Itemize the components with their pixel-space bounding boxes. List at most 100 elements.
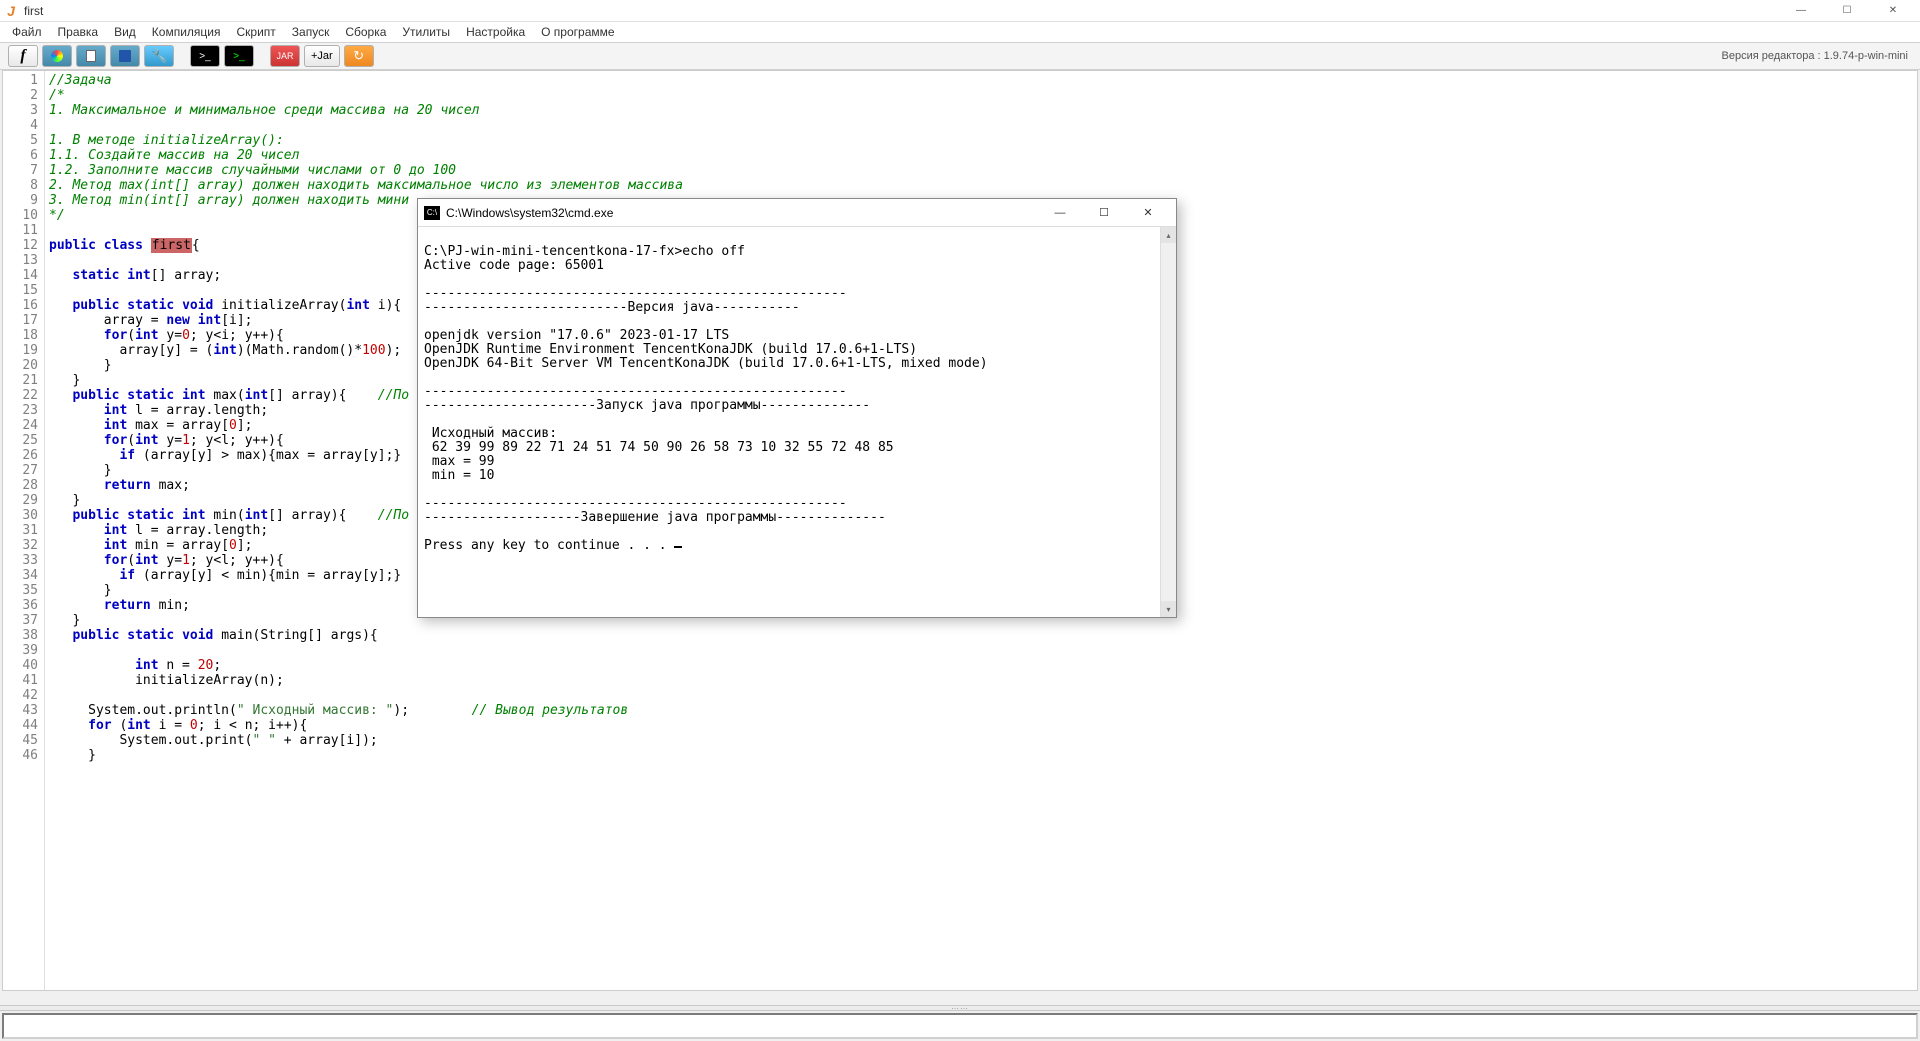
terminal-icon: >_ (233, 51, 244, 62)
line-number: 41 (5, 673, 38, 688)
cmd-icon: C:\ (424, 206, 440, 220)
line-number: 6 (5, 148, 38, 163)
line-number: 31 (5, 523, 38, 538)
line-number: 36 (5, 598, 38, 613)
line-number: 24 (5, 418, 38, 433)
line-number: 11 (5, 223, 38, 238)
code-line[interactable]: 1.2. Заполните массив случайными числами… (49, 163, 1913, 178)
line-number: 3 (5, 103, 38, 118)
close-button[interactable]: ✕ (1870, 0, 1916, 22)
menu-вид[interactable]: Вид (106, 23, 144, 41)
code-line[interactable]: 2. Метод max(int[] array) должен находит… (49, 178, 1913, 193)
code-line[interactable]: public static void main(String[] args){ (49, 628, 1913, 643)
scroll-down-icon[interactable]: ▾ (1161, 601, 1176, 617)
line-number: 8 (5, 178, 38, 193)
line-number: 17 (5, 313, 38, 328)
line-number: 27 (5, 463, 38, 478)
code-line[interactable] (49, 688, 1913, 703)
line-number: 33 (5, 553, 38, 568)
line-number: 34 (5, 568, 38, 583)
line-number: 23 (5, 403, 38, 418)
menu-сборка[interactable]: Сборка (337, 23, 394, 41)
window-title: first (24, 4, 1778, 18)
menu-скрипт[interactable]: Скрипт (228, 23, 283, 41)
line-number: 39 (5, 643, 38, 658)
toolbar-btn-terminal2[interactable]: >_ (224, 45, 254, 67)
code-line[interactable]: 1. Максимальное и минимальное среди масс… (49, 103, 1913, 118)
toolbar-btn-addjar[interactable]: +Jar (304, 45, 340, 67)
menu-файл[interactable]: Файл (4, 23, 50, 41)
menu-настройка[interactable]: Настройка (458, 23, 533, 41)
app-icon: J (4, 4, 18, 18)
cmd-minimize-button[interactable]: — (1038, 199, 1082, 227)
scroll-up-icon[interactable]: ▴ (1161, 227, 1176, 243)
line-gutter: 1234567891011121314151617181920212223242… (3, 71, 45, 990)
code-line[interactable]: 1. В методе initializeArray(): (49, 133, 1913, 148)
code-line[interactable]: } (49, 748, 1913, 763)
save-icon (119, 50, 131, 62)
line-number: 35 (5, 583, 38, 598)
menu-компиляция[interactable]: Компиляция (144, 23, 229, 41)
toolbar-btn-2[interactable] (42, 45, 72, 67)
line-number: 16 (5, 298, 38, 313)
code-line[interactable]: System.out.println(" Исходный массив: ")… (49, 703, 1913, 718)
line-number: 44 (5, 718, 38, 733)
minimize-button[interactable]: — (1778, 0, 1824, 22)
line-number: 1 (5, 73, 38, 88)
menu-запуск[interactable]: Запуск (284, 23, 338, 41)
line-number: 19 (5, 343, 38, 358)
line-number: 9 (5, 193, 38, 208)
maximize-button[interactable]: ☐ (1824, 0, 1870, 22)
toolbar-btn-terminal1[interactable]: >_ (190, 45, 220, 67)
toolbar-btn-refresh[interactable]: ↻ (344, 45, 374, 67)
cmd-scrollbar[interactable]: ▴ ▾ (1160, 227, 1176, 617)
code-line[interactable]: System.out.print(" " + array[i]); (49, 733, 1913, 748)
line-number: 5 (5, 133, 38, 148)
line-number: 26 (5, 448, 38, 463)
line-number: 7 (5, 163, 38, 178)
line-number: 13 (5, 253, 38, 268)
code-line[interactable]: 1.1. Создайте массив на 20 чисел (49, 148, 1913, 163)
menu-правка[interactable]: Правка (50, 23, 107, 41)
line-number: 14 (5, 268, 38, 283)
code-line[interactable]: int n = 20; (49, 658, 1913, 673)
toolbar-btn-3[interactable] (76, 45, 106, 67)
menu-о программе[interactable]: О программе (533, 23, 622, 41)
palette-icon (51, 50, 63, 62)
toolbar-btn-5[interactable]: 🔧 (144, 45, 174, 67)
menubar: ФайлПравкаВидКомпиляцияСкриптЗапускСборк… (0, 22, 1920, 42)
cmd-close-button[interactable]: ✕ (1126, 199, 1170, 227)
line-number: 22 (5, 388, 38, 403)
cmd-title: C:\Windows\system32\cmd.exe (446, 206, 1038, 220)
code-line[interactable] (49, 118, 1913, 133)
line-number: 10 (5, 208, 38, 223)
bottom-input[interactable] (2, 1013, 1918, 1039)
line-number: 46 (5, 748, 38, 763)
cmd-output[interactable]: C:\PJ-win-mini-tencentkona-17-fx>echo of… (418, 227, 1176, 617)
version-label: Версия редактора : 1.9.74-p-win-mini (1722, 50, 1913, 62)
toolbar: f 🔧 >_ >_ JAR +Jar ↻ Версия редактора : … (0, 42, 1920, 70)
line-number: 42 (5, 688, 38, 703)
line-number: 45 (5, 733, 38, 748)
code-line[interactable]: for (int i = 0; i < n; i++){ (49, 718, 1913, 733)
format-button[interactable]: f (8, 45, 38, 67)
cursor (674, 546, 682, 548)
toolbar-btn-4[interactable] (110, 45, 140, 67)
cmd-maximize-button[interactable]: ☐ (1082, 199, 1126, 227)
cmd-titlebar[interactable]: C:\ C:\Windows\system32\cmd.exe — ☐ ✕ (418, 199, 1176, 227)
code-line[interactable]: //Задача (49, 73, 1913, 88)
menu-утилиты[interactable]: Утилиты (394, 23, 458, 41)
code-line[interactable]: initializeArray(n); (49, 673, 1913, 688)
line-number: 43 (5, 703, 38, 718)
code-line[interactable]: /* (49, 88, 1913, 103)
line-number: 15 (5, 283, 38, 298)
line-number: 29 (5, 493, 38, 508)
cmd-window-controls: — ☐ ✕ (1038, 199, 1170, 227)
line-number: 40 (5, 658, 38, 673)
splitter[interactable]: ⋯⋯ (0, 1005, 1920, 1011)
doc-icon (86, 50, 96, 62)
line-number: 30 (5, 508, 38, 523)
line-number: 20 (5, 358, 38, 373)
toolbar-btn-jar1[interactable]: JAR (270, 45, 300, 67)
code-line[interactable] (49, 643, 1913, 658)
